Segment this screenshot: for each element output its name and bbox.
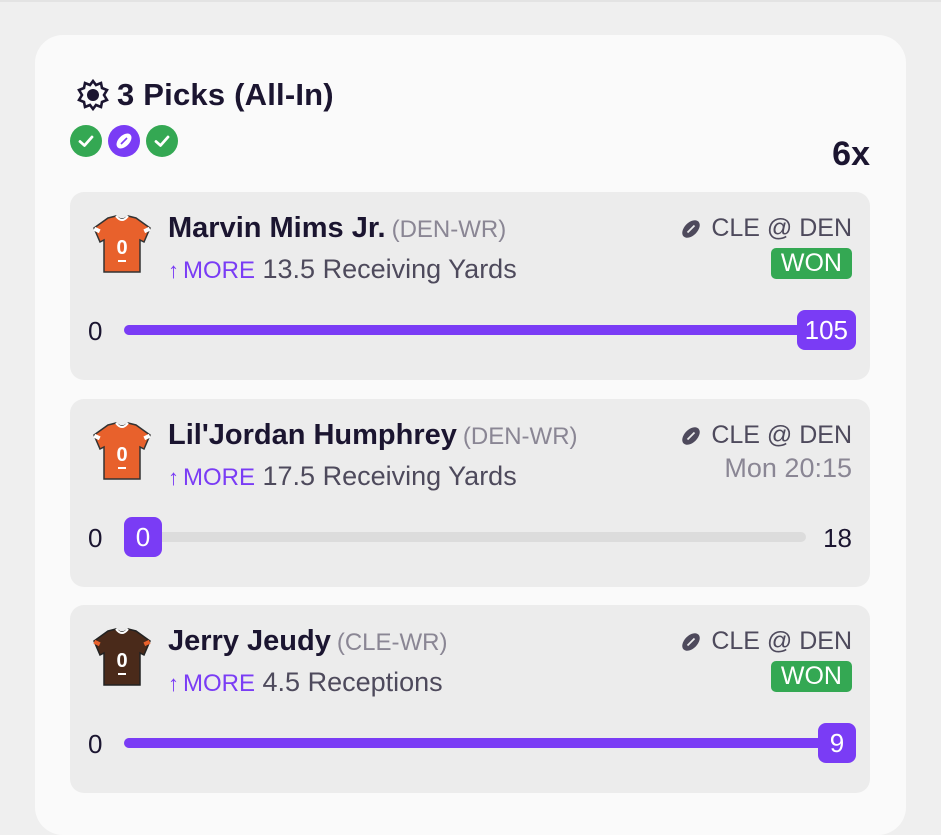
entry-header: 3 Picks (All-In) 6x: [70, 77, 870, 173]
player-name: Jerry Jeudy (CLE-WR): [168, 625, 447, 658]
line-value: 4.5: [262, 667, 301, 697]
arrow-up-icon: ↑: [168, 671, 179, 696]
current-value-badge: 105: [796, 310, 856, 350]
progress-target: 18: [823, 523, 852, 553]
jersey-icon: 0: [90, 212, 154, 276]
top-divider: [0, 0, 941, 2]
jersey-icon: 0: [90, 625, 154, 689]
jersey-icon: 0: [90, 419, 154, 483]
progress-fill: [124, 738, 852, 748]
progress-start: 0: [88, 729, 103, 759]
matchup: CLE @ DEN: [679, 627, 852, 656]
stat-type: Receiving Yards: [322, 461, 517, 491]
won-badge: WON: [770, 661, 852, 692]
player-name-text: Marvin Mims Jr.: [168, 212, 386, 244]
football-icon: [108, 125, 140, 157]
current-value-badge: 9: [818, 723, 856, 763]
player-position: (DEN-WR): [391, 216, 507, 243]
progress-fill: [124, 325, 852, 335]
current-value-badge: 0: [124, 517, 162, 557]
progress-track: 9: [124, 723, 856, 763]
won-badge: WON: [770, 248, 852, 279]
entry-card: 3 Picks (All-In) 6x 0 Marvin Mims Jr. (D…: [35, 35, 906, 835]
matchup: CLE @ DEN: [679, 421, 852, 450]
svg-text:0: 0: [116, 444, 127, 466]
progress-start: 0: [88, 523, 103, 553]
progress-track: 105: [124, 310, 856, 350]
pick-status-icons: [70, 125, 870, 157]
player-name: Lil'Jordan Humphrey (DEN-WR): [168, 419, 578, 452]
pick-direction: MORE: [183, 670, 255, 697]
player-name-text: Lil'Jordan Humphrey: [168, 419, 457, 451]
check-icon: [70, 125, 102, 157]
pick-card[interactable]: 0 Marvin Mims Jr. (DEN-WR) ↑ MORE 13.5 Rec…: [70, 192, 870, 380]
player-position: (DEN-WR): [462, 423, 578, 450]
pick-direction: MORE: [183, 464, 255, 491]
arrow-up-icon: ↑: [168, 465, 179, 490]
pick-direction: MORE: [183, 257, 255, 284]
player-name-text: Jerry Jeudy: [168, 625, 331, 657]
progress-track: 0: [124, 517, 806, 557]
football-icon: [682, 219, 701, 238]
matchup-text: CLE @ DEN: [711, 421, 852, 449]
player-name: Marvin Mims Jr. (DEN-WR): [168, 212, 506, 245]
pick-card[interactable]: 0 Lil'Jordan Humphrey (DEN-WR) ↑ MORE 17.5…: [70, 399, 870, 587]
pick-line: ↑ MORE 13.5 Receiving Yards: [168, 254, 517, 285]
entry-title: 3 Picks (All-In): [117, 77, 334, 112]
matchup-text: CLE @ DEN: [711, 627, 852, 655]
line-value: 17.5: [262, 461, 316, 491]
progress-start: 0: [88, 316, 103, 346]
stat-type: Receiving Yards: [322, 254, 517, 284]
settings-gear-icon: [75, 77, 111, 113]
football-icon: [682, 632, 701, 651]
check-icon: [146, 125, 178, 157]
payout-multiplier: 6x: [832, 135, 870, 173]
player-position: (CLE-WR): [336, 629, 448, 656]
pick-card[interactable]: 0 Jerry Jeudy (CLE-WR) ↑ MORE 4.5 Receptio…: [70, 605, 870, 793]
game-time: Mon 20:15: [724, 453, 852, 483]
pick-line: ↑ MORE 17.5 Receiving Yards: [168, 461, 517, 492]
arrow-up-icon: ↑: [168, 258, 179, 283]
svg-text:0: 0: [116, 237, 127, 259]
matchup: CLE @ DEN: [679, 214, 852, 243]
stat-type: Receptions: [307, 667, 443, 697]
pick-line: ↑ MORE 4.5 Receptions: [168, 667, 443, 698]
football-icon: [682, 426, 701, 445]
svg-text:0: 0: [116, 650, 127, 672]
matchup-text: CLE @ DEN: [711, 214, 852, 242]
line-value: 13.5: [262, 254, 316, 284]
